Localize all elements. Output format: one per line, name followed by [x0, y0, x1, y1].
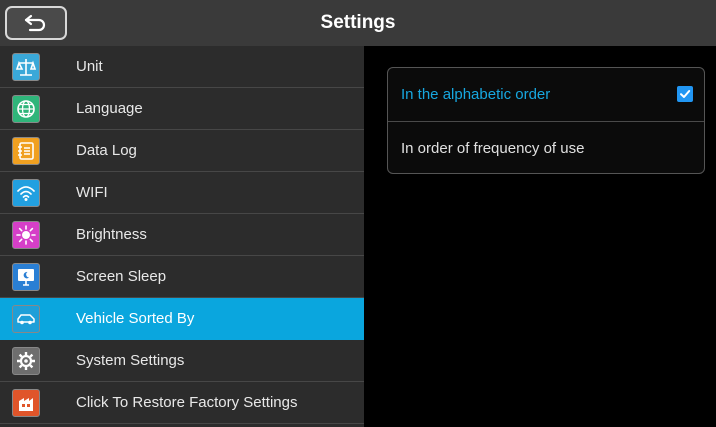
factory-reset-icon — [12, 388, 40, 417]
menu-item-label: Unit — [76, 58, 103, 75]
menu-item-label: WIFI — [76, 184, 108, 201]
checkbox-checked-icon[interactable] — [677, 86, 693, 102]
title-bar: Settings — [0, 0, 716, 46]
menu-item-system-settings[interactable]: System Settings — [0, 340, 364, 382]
scale-icon — [12, 52, 40, 81]
settings-menu: Unit Language Data Log WIFI Brightness S… — [0, 46, 364, 427]
car-icon — [12, 304, 40, 333]
menu-item-vehicle-sorted-by[interactable]: Vehicle Sorted By — [0, 298, 364, 340]
option-label: In order of frequency of use — [401, 139, 585, 157]
menu-item-restore-factory-settings[interactable]: Click To Restore Factory Settings — [0, 382, 364, 424]
wifi-icon — [12, 178, 40, 207]
option-frequency-of-use[interactable]: In order of frequency of use — [388, 121, 704, 173]
menu-item-wifi[interactable]: WIFI — [0, 172, 364, 214]
page-title: Settings — [320, 12, 396, 33]
menu-item-language[interactable]: Language — [0, 88, 364, 130]
menu-item-label: Language — [76, 100, 143, 117]
menu-item-label: System Settings — [76, 352, 185, 369]
sort-options-panel: In the alphabetic order In order of freq… — [387, 67, 705, 174]
menu-item-label: Click To Restore Factory Settings — [76, 394, 298, 411]
menu-item-unit[interactable]: Unit — [0, 46, 364, 88]
monitor-moon-icon — [12, 262, 40, 291]
option-label: In the alphabetic order — [401, 86, 551, 103]
menu-item-screen-sleep[interactable]: Screen Sleep — [0, 256, 364, 298]
menu-item-label: Screen Sleep — [76, 268, 167, 285]
option-alphabetic-order[interactable]: In the alphabetic order — [388, 68, 704, 121]
globe-icon — [12, 94, 40, 123]
menu-item-label: Data Log — [76, 142, 137, 159]
menu-item-label: Brightness — [76, 226, 147, 243]
sun-icon — [12, 220, 40, 249]
notebook-icon — [12, 136, 40, 165]
menu-item-label: Vehicle Sorted By — [76, 310, 195, 327]
gear-icon — [12, 346, 40, 375]
menu-item-data-log[interactable]: Data Log — [0, 130, 364, 172]
menu-item-brightness[interactable]: Brightness — [0, 214, 364, 256]
